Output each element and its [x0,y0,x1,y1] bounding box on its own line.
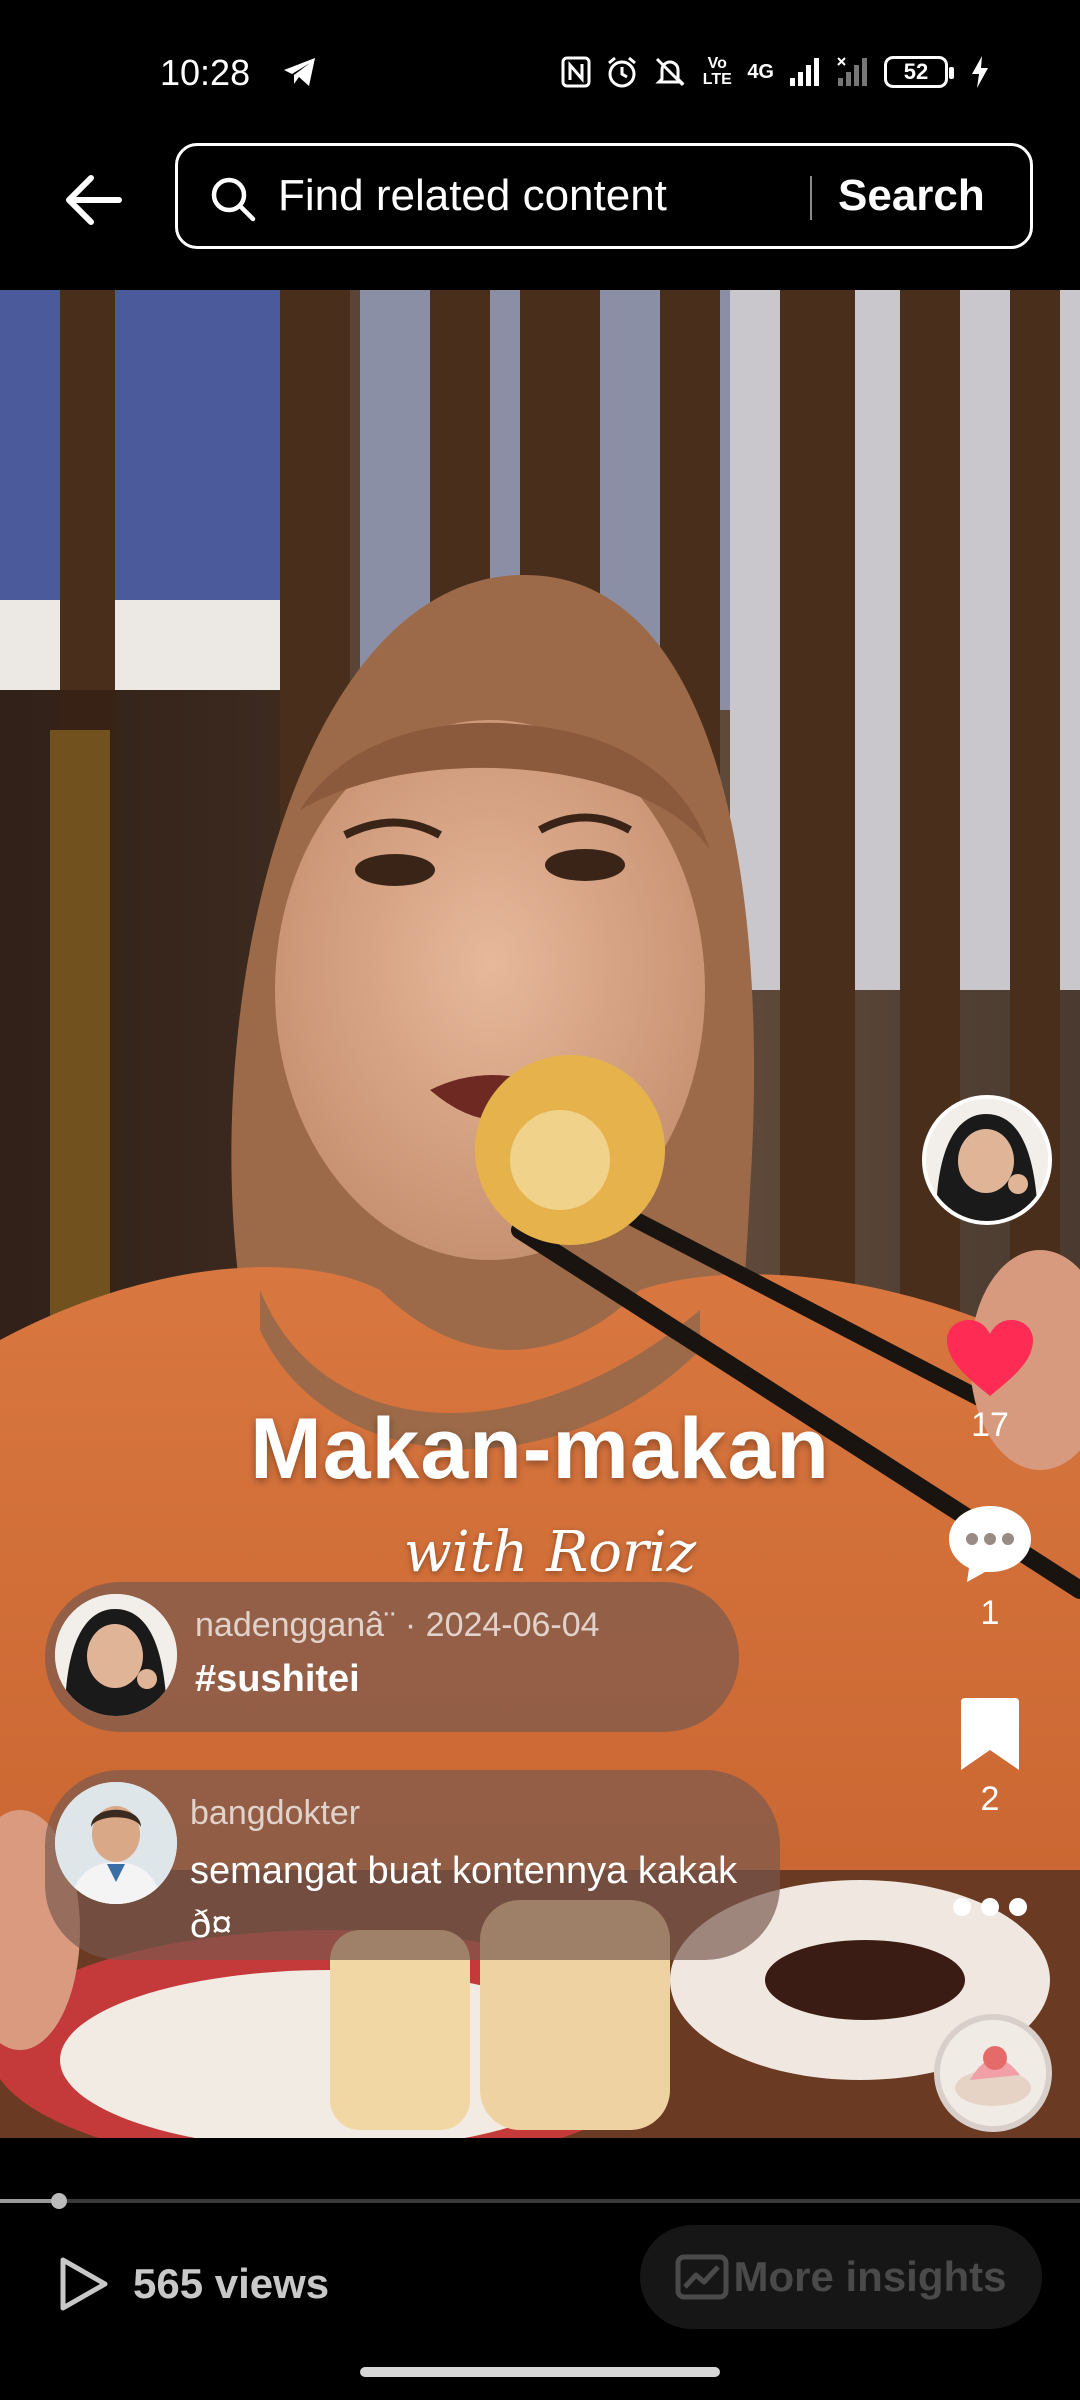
like-count: 17 [971,1406,1009,1444]
save-button[interactable]: 2 [920,1696,1060,1819]
search-divider [810,176,812,220]
search-box[interactable]: Search [175,143,1033,249]
battery-icon: 52 [884,56,954,88]
more-options-button[interactable] [920,1895,1060,1919]
progress-bar[interactable] [0,2193,1080,2209]
network-type: 4G [747,60,774,83]
comment-count: 1 [980,1594,1000,1632]
status-time: 10:28 [160,52,251,93]
meta-separator: · [404,1606,417,1644]
heart-icon [947,1320,1033,1396]
bookmark-icon [961,1698,1019,1770]
caption-bubble[interactable]: nadengganâ¨ · 2024-06-04 #sushitei [45,1582,739,1732]
comment-bubble[interactable]: bangdokter semangat buat kontennya kakak… [45,1770,780,1960]
signal-icon [788,52,822,92]
telegram-icon [284,58,315,86]
comment-text: semangat buat kontennya kakak ð¤­ [190,1850,738,1946]
caption-text[interactable]: #sushitei [195,1658,360,1701]
comment-button[interactable]: 1 [920,1502,1060,1633]
creator-avatar[interactable] [922,1095,1052,1225]
status-icons: Vo LTE 4G 52 [561,52,990,92]
comment-icon [949,1506,1031,1582]
save-count: 2 [980,1780,1000,1818]
insights-chart-icon [675,2254,729,2300]
nfc-icon [561,52,591,92]
views-count: 565 views [133,2260,330,2307]
progress-thumb[interactable] [51,2193,68,2209]
post-date: 2024-06-04 [425,1606,600,1644]
play-icon [60,2257,108,2311]
music-disc[interactable] [934,2014,1052,2132]
music-disc-image [940,2020,1046,2126]
commenter-avatar[interactable] [55,1782,177,1904]
status-bar: 10:28 Vo LTE 4G 52 [0,0,1080,140]
network-label: 4G [747,52,774,92]
charging-icon [970,52,990,92]
author-avatar-image [55,1594,177,1716]
more-insights-button[interactable]: More insights [640,2225,1042,2329]
signal-2-icon [836,52,870,92]
author-username[interactable]: nadengganâ¨ [195,1606,395,1644]
more-icon [953,1898,1027,1916]
mute-icon [653,52,687,92]
back-arrow-icon [66,175,122,225]
like-button[interactable]: 17 [920,1318,1060,1445]
alarm-icon [605,52,639,92]
more-insights-label: More insights [733,2253,1007,2300]
volte-icon: Vo LTE [702,55,732,88]
author-avatar[interactable] [55,1594,177,1716]
back-button[interactable] [58,170,128,230]
video-overlay-title: Makan-makan [250,1401,830,1497]
caption-meta: nadengganâ¨ · 2024-06-04 [195,1606,600,1645]
header: Search [0,140,1080,290]
creator-avatar-image [926,1099,1048,1221]
search-button[interactable]: Search [838,146,985,246]
commenter-username[interactable]: bangdokter [190,1794,360,1833]
commenter-avatar-image [55,1782,177,1904]
battery-level: 52 [903,59,929,84]
search-icon [211,177,256,222]
views-stat: 565 views [55,2255,329,2313]
home-indicator[interactable] [360,2367,720,2377]
video-overlay-subtitle: with Roriz [403,1520,697,1585]
